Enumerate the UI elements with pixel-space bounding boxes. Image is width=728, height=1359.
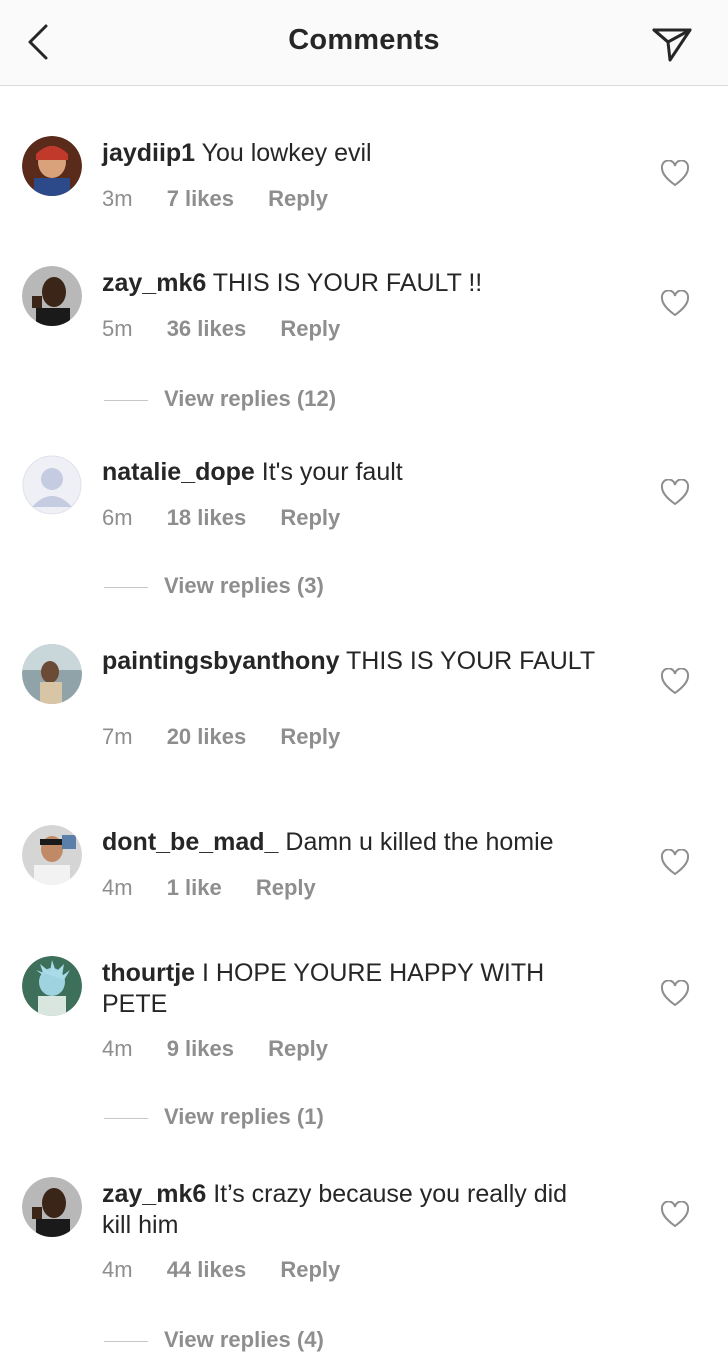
heart-icon[interactable] <box>660 290 690 318</box>
avatar[interactable] <box>22 266 82 326</box>
comment-meta: 4m 1 like Reply <box>102 875 344 901</box>
heart-icon[interactable] <box>660 980 690 1008</box>
comment-time: 3m <box>102 186 133 211</box>
divider <box>104 1340 148 1342</box>
avatar[interactable] <box>22 956 82 1016</box>
comment-text: paintingsbyanthony THIS IS YOUR FAULT <box>102 646 602 677</box>
comment-likes[interactable]: 9 likes <box>167 1036 234 1062</box>
comment-likes[interactable]: 36 likes <box>167 316 247 342</box>
comment-meta: 5m 36 likes Reply <box>102 316 368 342</box>
avatar[interactable] <box>22 455 82 515</box>
comment-meta: 7m 20 likes Reply <box>102 724 368 750</box>
comment-time: 4m <box>102 1257 133 1282</box>
comment-likes[interactable]: 1 like <box>167 875 222 901</box>
paper-plane-icon <box>652 28 692 62</box>
comment-username[interactable]: zay_mk6 <box>102 1180 206 1208</box>
comment-time: 4m <box>102 875 133 900</box>
comment-text: natalie_dope It's your fault <box>102 457 602 488</box>
heart-icon[interactable] <box>660 1201 690 1229</box>
view-replies-label: View replies (12) <box>164 386 337 411</box>
comment-meta: 4m 44 likes Reply <box>102 1257 368 1283</box>
comment-likes[interactable]: 20 likes <box>167 724 247 750</box>
avatar[interactable] <box>22 1177 82 1237</box>
comment-text: zay_mk6 It’s crazy because you really di… <box>102 1179 602 1241</box>
avatar[interactable] <box>22 825 82 885</box>
comment-body: You lowkey evil <box>201 139 372 167</box>
heart-icon[interactable] <box>660 160 690 188</box>
view-replies-button[interactable]: View replies (4) <box>104 1327 324 1353</box>
view-replies-label: View replies (1) <box>164 1104 324 1129</box>
comment-body: It's your fault <box>261 458 403 486</box>
comment-username[interactable]: dont_be_mad_ <box>102 828 278 856</box>
comment-text: thourtje I HOPE YOURE HAPPY WITH PETE <box>102 958 602 1020</box>
view-replies-button[interactable]: View replies (12) <box>104 386 336 412</box>
comment-time: 6m <box>102 505 133 530</box>
top-bar: Comments <box>0 0 728 86</box>
comment-text: dont_be_mad_ Damn u killed the homie <box>102 827 602 858</box>
avatar[interactable] <box>22 644 82 704</box>
comments-screen: Comments jaydiip1 You lowkey evil 3m 7 l <box>0 0 728 1359</box>
reply-button[interactable]: Reply <box>268 1036 328 1062</box>
page-title: Comments <box>288 24 440 56</box>
divider <box>104 1117 148 1119</box>
share-button[interactable] <box>648 20 696 66</box>
heart-icon[interactable] <box>660 479 690 507</box>
comment-username[interactable]: natalie_dope <box>102 458 255 486</box>
reply-button[interactable]: Reply <box>280 724 340 750</box>
comment-time: 7m <box>102 724 133 749</box>
reply-button[interactable]: Reply <box>280 505 340 531</box>
comment-time: 5m <box>102 316 133 341</box>
comment-meta: 3m 7 likes Reply <box>102 186 356 212</box>
reply-button[interactable]: Reply <box>256 875 316 901</box>
comment-body: THIS IS YOUR FAULT <box>346 647 596 675</box>
view-replies-label: View replies (3) <box>164 573 324 598</box>
heart-icon[interactable] <box>660 668 690 696</box>
comment-meta: 6m 18 likes Reply <box>102 505 368 531</box>
comment-body: THIS IS YOUR FAULT !! <box>212 269 483 297</box>
comment-text: zay_mk6 THIS IS YOUR FAULT !! <box>102 268 602 299</box>
comment-likes[interactable]: 18 likes <box>167 505 247 531</box>
divider <box>104 586 148 588</box>
comment-time: 4m <box>102 1036 133 1061</box>
reply-button[interactable]: Reply <box>280 1257 340 1283</box>
view-replies-label: View replies (4) <box>164 1327 324 1352</box>
comment-username[interactable]: paintingsbyanthony <box>102 647 340 675</box>
comment-body: Damn u killed the homie <box>285 828 554 856</box>
comment-username[interactable]: thourtje <box>102 959 195 987</box>
comment-text: jaydiip1 You lowkey evil <box>102 138 602 169</box>
view-replies-button[interactable]: View replies (3) <box>104 573 324 599</box>
view-replies-button[interactable]: View replies (1) <box>104 1104 324 1130</box>
heart-icon[interactable] <box>660 849 690 877</box>
reply-button[interactable]: Reply <box>268 186 328 212</box>
comment-username[interactable]: jaydiip1 <box>102 139 195 167</box>
avatar[interactable] <box>22 136 82 196</box>
comment-meta: 4m 9 likes Reply <box>102 1036 356 1062</box>
comment-likes[interactable]: 44 likes <box>167 1257 247 1283</box>
divider <box>104 399 148 401</box>
reply-button[interactable]: Reply <box>280 316 340 342</box>
comment-likes[interactable]: 7 likes <box>167 186 234 212</box>
comment-username[interactable]: zay_mk6 <box>102 269 206 297</box>
